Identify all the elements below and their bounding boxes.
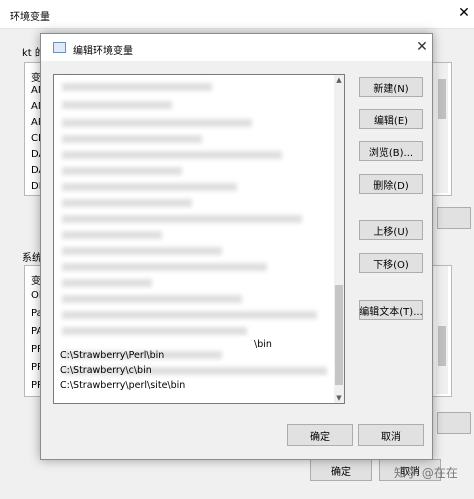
blurred-path-row[interactable]	[62, 263, 267, 271]
outer-title-bar: 环境变量 ✕	[0, 0, 474, 29]
path-row-perl-site-bin[interactable]: C:\Strawberry\perl\site\bin	[60, 378, 185, 393]
path-row-perl-bin[interactable]: C:\Strawberry\Perl\bin	[60, 348, 164, 363]
dialog-title-bar: 编辑环境变量 ✕	[41, 34, 432, 61]
window-icon	[53, 42, 66, 53]
dialog-title: 编辑环境变量	[73, 46, 133, 57]
move-down-button[interactable]: 下移(O)	[359, 253, 423, 273]
blurred-path-row[interactable]	[62, 183, 237, 191]
blurred-path-row[interactable]	[62, 215, 302, 223]
blurred-path-row[interactable]	[62, 119, 252, 127]
blurred-path-row[interactable]	[62, 101, 172, 109]
scroll-up-icon[interactable]: ▲	[334, 75, 344, 85]
path-list[interactable]: \bin C:\Strawberry\Perl\bin C:\Strawberr…	[53, 74, 345, 404]
scrollbar-thumb[interactable]	[438, 326, 446, 366]
scrollbar-thumb[interactable]	[438, 79, 446, 119]
blurred-path-row[interactable]	[62, 167, 182, 175]
blurred-path-row[interactable]	[62, 311, 317, 319]
outer-close-icon[interactable]: ✕	[456, 4, 472, 22]
new-button[interactable]: 新建(N)	[359, 77, 423, 97]
scrollbar-thumb[interactable]	[335, 285, 343, 385]
watermark: 知乎 @在在	[394, 466, 458, 480]
cancel-button[interactable]: 取消	[358, 424, 424, 446]
blurred-path-row[interactable]	[62, 83, 212, 91]
outer-partial-button[interactable]	[437, 207, 471, 229]
blurred-path-row[interactable]	[62, 135, 202, 143]
blurred-path-row[interactable]	[62, 199, 192, 207]
outer-partial-button[interactable]	[437, 412, 471, 434]
blurred-path-row[interactable]	[62, 327, 247, 335]
scroll-down-icon[interactable]: ▼	[334, 393, 344, 403]
edit-environment-variable-dialog: 编辑环境变量 ✕ \bin C:\Strawberry\Perl\bin C:\…	[40, 33, 433, 460]
blurred-path-row[interactable]	[62, 231, 162, 239]
path-row-c-bin[interactable]: C:\Strawberry\c\bin	[60, 363, 152, 378]
path-list-scrollbar[interactable]: ▲ ▼	[334, 75, 344, 403]
system-list-scrollbar[interactable]	[436, 266, 448, 394]
delete-button[interactable]: 删除(D)	[359, 174, 423, 194]
outer-window-title: 环境变量	[10, 12, 50, 23]
blurred-path-row[interactable]	[62, 279, 152, 287]
blurred-path-row[interactable]	[62, 151, 282, 159]
blurred-path-row[interactable]	[62, 295, 242, 303]
edit-text-button[interactable]: 编辑文本(T)...	[359, 300, 423, 320]
system-variables-label: 系统	[22, 253, 42, 264]
blurred-path-row[interactable]	[62, 247, 222, 255]
edit-button[interactable]: 编辑(E)	[359, 109, 423, 129]
ok-button[interactable]: 确定	[287, 424, 353, 446]
browse-button[interactable]: 浏览(B)...	[359, 141, 423, 161]
user-list-scrollbar[interactable]	[436, 63, 448, 193]
close-icon[interactable]: ✕	[413, 38, 431, 56]
outer-ok-button[interactable]: 确定	[310, 459, 372, 481]
partial-path-fragment: \bin	[254, 339, 272, 350]
move-up-button[interactable]: 上移(U)	[359, 220, 423, 240]
